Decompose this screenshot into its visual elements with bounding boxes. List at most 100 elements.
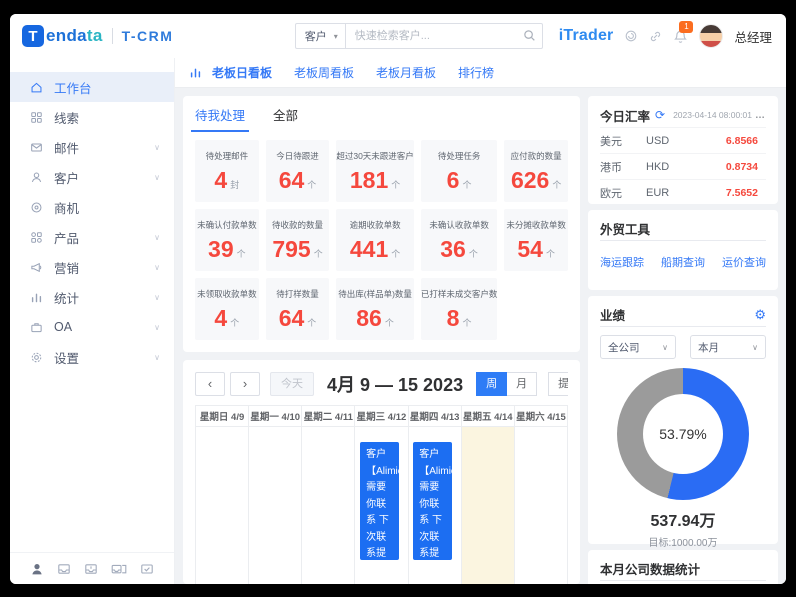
link-schedule-query[interactable]: 船期查询: [661, 254, 705, 270]
stat-card-pending-emails[interactable]: 待处理邮件 4 封: [195, 140, 259, 202]
sidebar-item-settings[interactable]: 设置 ∨: [10, 342, 174, 372]
exchange-rate-title: 今日汇率: [600, 109, 651, 124]
boxes-icon: [30, 231, 43, 244]
calendar-title: 4月 9 — 15 2023: [327, 375, 464, 395]
mail-check-icon[interactable]: [140, 562, 154, 576]
calendar-view-switch: 周 月: [476, 372, 538, 396]
mail-icon: [30, 141, 43, 154]
tab-boss-weekly-board[interactable]: 老板周看板: [294, 64, 354, 81]
stat-card-pending-outbound[interactable]: 待出库(样品单)数量 86 个: [336, 278, 414, 340]
period-select[interactable]: 本月 ∨: [690, 335, 766, 359]
calendar-filter-group: 提醒 未完成 我指派的: [548, 372, 568, 396]
calendar-week-button[interactable]: 周: [476, 372, 508, 396]
sidebar: 工作台 线索 邮件 ∨ 客户 ∨ 商机 产品 ∨ 营销 ∨ 统计 ∨ OA ∨ …: [10, 58, 175, 584]
itrader-link[interactable]: iTrader: [559, 27, 614, 45]
stat-card-unallocated-receipts[interactable]: 未分摊收款单数 54 个: [504, 209, 568, 271]
calendar-month-button[interactable]: 月: [507, 372, 538, 396]
tendata-logo-icon: T: [22, 25, 44, 47]
filter-reminder-button[interactable]: 提醒: [548, 372, 568, 396]
stat-card-followup-today[interactable]: 今日待跟进 64 个: [265, 140, 330, 202]
day-header: 星期五 4/14: [462, 406, 515, 426]
compass-icon[interactable]: [624, 29, 638, 43]
rate-row-hkd: 港币 HKD 0.8734: [600, 153, 766, 179]
performance-amount: 537.94万: [650, 513, 716, 530]
sidebar-item-oa[interactable]: OA ∨: [10, 312, 174, 342]
sidebar-item-products[interactable]: 产品 ∨: [10, 222, 174, 252]
stat-card-unclaimed-receipts[interactable]: 未领取收款单数 4 个: [195, 278, 259, 340]
search-input[interactable]: [344, 23, 543, 49]
archive-tray-icon[interactable]: [111, 562, 127, 576]
sidebar-item-workbench[interactable]: 工作台: [10, 72, 174, 102]
stat-card-unconfirmed-receipts[interactable]: 未确认收款单数 36 个: [420, 209, 498, 271]
performance-title: 业绩: [600, 309, 626, 323]
calendar-event[interactable]: 客户【Alimie】需要你联系 下次联系提醒时间:: [360, 442, 399, 560]
day-column-tuesday[interactable]: [302, 427, 356, 584]
search-icon[interactable]: [523, 29, 536, 42]
tab-ranking[interactable]: 排行榜: [458, 64, 494, 81]
sidebar-item-label: 客户: [54, 171, 80, 186]
briefcase-icon: [30, 321, 43, 334]
day-column-saturday[interactable]: [515, 427, 568, 584]
tab-pending-all[interactable]: 全部: [273, 96, 298, 132]
day-column-thursday[interactable]: 客户【Alimie】需要你联系 下次联系提醒时间:: [409, 427, 462, 584]
sidebar-item-label: 邮件: [54, 141, 80, 156]
sidebar-item-statistics[interactable]: 统计 ∨: [10, 282, 174, 312]
link-freight-query[interactable]: 运价查询: [722, 254, 766, 270]
performance-filters: 全公司 ∨ 本月 ∨: [600, 327, 766, 359]
scope-select[interactable]: 全公司 ∨: [600, 335, 676, 359]
stat-card-unconfirmed-payments[interactable]: 未确认付款单数 39 个: [195, 209, 259, 271]
gear-icon[interactable]: ⚙: [754, 307, 766, 323]
app-window: T enda ta T-CRM 客户 ▾ iTrade: [10, 14, 786, 584]
pending-panel: 待我处理 全部 待处理邮件 4 封 今日待跟进 64 个 超过30天未跟进客户 181 个 …: [183, 96, 580, 352]
day-column-wednesday[interactable]: 客户【Alimie】需要你联系 下次联系提醒时间:: [355, 427, 409, 584]
user-role: 总经理: [734, 30, 772, 45]
search-category-select[interactable]: 客户 ▾: [294, 23, 346, 49]
link-sea-tracking[interactable]: 海运跟踪: [600, 254, 644, 270]
sidebar-item-customers[interactable]: 客户 ∨: [10, 162, 174, 192]
stat-card-payables[interactable]: 应付款的数量 626 个: [504, 140, 568, 202]
day-column-monday[interactable]: [249, 427, 303, 584]
sidebar-item-mail[interactable]: 邮件 ∨: [10, 132, 174, 162]
calendar-toolbar: ‹ › 今天 4月 9 — 15 2023 周 月 提醒: [195, 368, 568, 400]
trade-tools-links: 海运跟踪 船期查询 运价查询: [600, 241, 766, 270]
day-column-sunday[interactable]: [196, 427, 250, 584]
day-header: 星期一 4/10: [249, 406, 303, 426]
sidebar-item-label: 统计: [54, 291, 80, 306]
stat-card-not-followed-30d[interactable]: 超过30天未跟进客户 181 个: [336, 140, 414, 202]
avatar[interactable]: [699, 24, 724, 48]
tab-boss-daily-board[interactable]: 老板日看板: [212, 64, 272, 81]
day-column-friday-today[interactable]: [461, 427, 515, 584]
day-header: 星期四 4/13: [409, 406, 462, 426]
exchange-rate-timestamp: 2023-04-14 08:00:01: [673, 110, 752, 120]
contact-icon[interactable]: [30, 562, 44, 576]
sidebar-item-marketing[interactable]: 营销 ∨: [10, 252, 174, 282]
stat-card-receivables[interactable]: 待收款的数量 795 个: [265, 209, 330, 271]
calendar-next-button[interactable]: ›: [230, 372, 260, 396]
outbox-icon[interactable]: [84, 562, 98, 576]
performance-target: 目标:1000.00万: [648, 538, 718, 549]
refresh-icon[interactable]: ⟳: [655, 108, 665, 122]
main-area: 老板日看板 老板周看板 老板月看板 排行榜 待我处理 全部 待处理邮件 4 封 …: [175, 58, 786, 584]
chevron-down-icon: ∨: [752, 342, 758, 352]
stat-card-overdue-receipts[interactable]: 逾期收款单数 441 个: [336, 209, 414, 271]
tab-boss-monthly-board[interactable]: 老板月看板: [376, 64, 436, 81]
calendar-panel: ‹ › 今天 4月 9 — 15 2023 周 月 提醒: [183, 360, 580, 584]
performance-donut-chart: 53.79%: [617, 368, 749, 500]
notification-bell[interactable]: 1: [673, 20, 694, 44]
stat-card-sampled-no-deal[interactable]: 已打样未成交客户数 8 个: [420, 278, 498, 340]
calendar-today-button[interactable]: 今天: [270, 372, 314, 396]
stat-card-pending-tasks[interactable]: 待处理任务 6 个: [420, 140, 498, 202]
sidebar-item-opportunities[interactable]: 商机: [10, 192, 174, 222]
more-options-icon[interactable]: …: [755, 110, 766, 121]
calendar-event[interactable]: 客户【Alimie】需要你联系 下次联系提醒时间:: [413, 442, 452, 560]
tab-pending-mine[interactable]: 待我处理: [190, 96, 250, 132]
tendata-logo[interactable]: T enda ta T-CRM: [22, 25, 173, 47]
chevron-down-icon: ▾: [333, 31, 338, 41]
link-icon[interactable]: [649, 30, 662, 43]
inbox-icon[interactable]: [57, 562, 71, 576]
calendar-prev-button[interactable]: ‹: [195, 372, 225, 396]
exchange-rate-panel: 今日汇率 ⟳ 2023-04-14 08:00:01 … 美元 USD 6.85…: [588, 96, 778, 204]
sidebar-item-leads[interactable]: 线索: [10, 102, 174, 132]
stat-card-pending-samples[interactable]: 待打样数量 64 个: [265, 278, 330, 340]
trade-tools-title: 外贸工具: [600, 223, 651, 237]
